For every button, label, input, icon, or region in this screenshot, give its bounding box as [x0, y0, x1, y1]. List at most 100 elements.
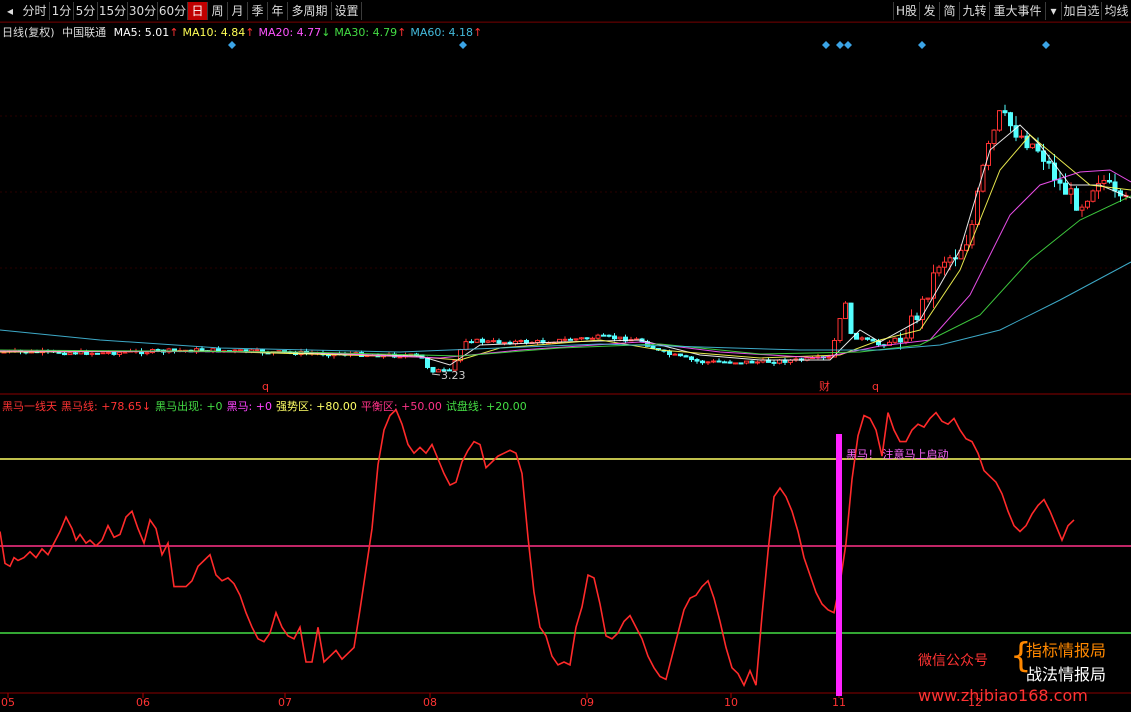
candle-body: [942, 261, 947, 268]
candle-body: [727, 361, 733, 364]
event-marker-0: q: [262, 380, 269, 393]
x-tick-label-6: 11: [832, 696, 846, 709]
candle-body: [843, 302, 848, 320]
candle-body: [694, 359, 700, 362]
indicator-legend-item-6: 试盘线: +20.00: [445, 400, 527, 413]
candle-body: [562, 338, 568, 341]
candle-body: [711, 360, 716, 363]
candle-body: [969, 223, 975, 246]
candle-body: [1019, 135, 1024, 138]
x-tick-label-3: 08: [423, 696, 437, 709]
indicator-legend: 黑马一线天 黑马线: +78.65↓ 黑马出现: +0 黑马: +0 强势区: +80.…: [2, 398, 531, 414]
signal-diamond-6: [1042, 41, 1050, 49]
candle-body: [232, 349, 238, 352]
candle-body: [859, 337, 865, 340]
candle-body: [117, 351, 122, 355]
candle-body: [106, 351, 111, 354]
candle-body: [425, 357, 430, 368]
indicator-legend-item-4: 强势区: +80.00: [275, 400, 357, 413]
candle-body: [914, 315, 920, 321]
candle-body: [485, 340, 491, 343]
candle-body: [898, 337, 903, 343]
indicator-legend-item-2: 黑马出现: +0: [155, 400, 223, 413]
candle-body: [491, 340, 496, 343]
candle-body: [436, 369, 441, 373]
candle-body: [1079, 206, 1085, 211]
candle-body: [606, 334, 612, 337]
signal-diamond-2: [822, 41, 830, 49]
candle-body: [518, 339, 524, 342]
candle-body: [1090, 190, 1096, 202]
x-tick-label-0: 05: [1, 696, 15, 709]
candle-body: [870, 338, 876, 342]
candle-body: [1085, 200, 1090, 208]
candle-body: [238, 349, 243, 352]
candle-body: [700, 360, 705, 364]
event-marker-2: q: [872, 380, 879, 393]
indicator-legend-item-5: 平衡区: +50.00: [360, 400, 442, 413]
candle-body: [155, 349, 161, 352]
candle-body: [535, 340, 540, 343]
candle-body: [612, 335, 617, 340]
candle-body: [199, 348, 205, 352]
candle-body: [1008, 112, 1013, 127]
candle-body: [947, 257, 953, 263]
stock-chart: 05 06 07 08 09 10 11 123.23q 财 q黑马！ 注意马上启动: [0, 21, 1131, 709]
signal-diamond-0: [228, 41, 236, 49]
signal-diamond-5: [918, 41, 926, 49]
candle-body: [837, 318, 843, 341]
candle-body: [936, 266, 942, 274]
candle-body: [892, 337, 898, 343]
candle-body: [595, 334, 601, 339]
candle-body: [568, 338, 573, 341]
candle-body: [463, 341, 469, 351]
candle-body: [1030, 143, 1035, 149]
candle-body: [430, 366, 436, 373]
candle-body: [1068, 188, 1074, 195]
candle-body: [1101, 179, 1107, 184]
event-marker-1: 财: [819, 379, 830, 393]
candle-body: [683, 355, 689, 358]
candle-body: [672, 353, 678, 356]
candle-body: [95, 352, 100, 355]
candle-body: [991, 129, 997, 145]
candle-body: [1112, 181, 1118, 192]
candle-body: [1002, 110, 1008, 114]
candle-body: [997, 110, 1002, 131]
candle-body: [738, 362, 744, 365]
candle-body: [573, 338, 579, 341]
signal-diamond-1: [459, 41, 467, 49]
candle-body: [62, 352, 67, 356]
candle-body: [1041, 150, 1046, 162]
heima-signal-bar: [836, 434, 842, 696]
candle-body: [848, 302, 854, 334]
heima-signal-text: 黑马！ 注意马上启动: [846, 447, 949, 461]
ma-line-ma5: [0, 124, 1131, 366]
watermark-label: 微信公众号: [918, 653, 988, 669]
candle-body: [903, 337, 909, 343]
candle-body: [826, 356, 832, 359]
x-tick-label-2: 07: [278, 696, 292, 709]
candle-body: [1046, 160, 1052, 164]
candle-body: [689, 356, 694, 361]
candle-body: [749, 360, 755, 364]
watermark-brand1: 指标情报局: [1026, 641, 1107, 660]
signal-diamond-4: [844, 41, 852, 49]
candle-body: [144, 352, 150, 355]
candle-body: [733, 362, 738, 365]
candle-body: [755, 361, 760, 364]
indicator-legend-item-3: 黑马: +0: [226, 400, 272, 413]
candle-body: [925, 297, 931, 300]
candle-body: [667, 350, 672, 356]
low-price-pointer: [431, 373, 441, 376]
indicator-legend-item-1: 黑马线: +78.65↓: [61, 400, 152, 413]
candle-body: [590, 337, 595, 340]
x-tick-label-1: 06: [136, 696, 150, 709]
watermark-brand2: 战法情报局: [1026, 665, 1107, 684]
candle-body: [122, 351, 128, 354]
signal-diamond-3: [836, 41, 844, 49]
candle-body: [474, 338, 480, 343]
candle-body: [601, 334, 606, 337]
candle-body: [502, 341, 507, 344]
candle-body: [254, 349, 260, 352]
